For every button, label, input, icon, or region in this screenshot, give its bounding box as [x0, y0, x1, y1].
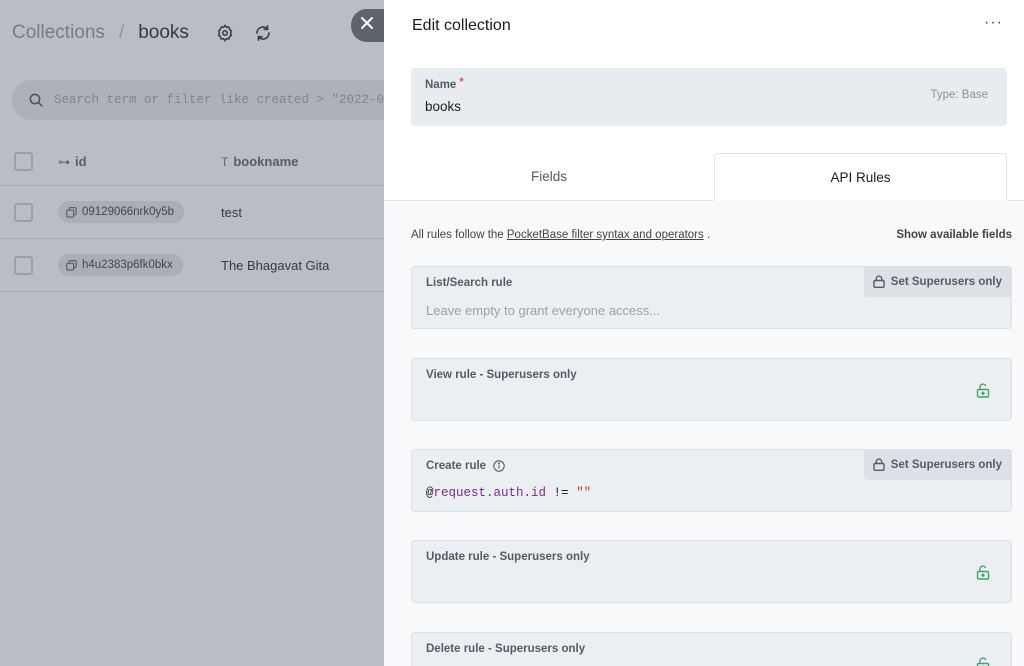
tab-fields[interactable]: Fields: [384, 153, 714, 201]
update-rule-label: Update rule - Superusers only: [426, 551, 590, 563]
update-rule-field[interactable]: Update rule - Superusers only: [411, 540, 1012, 603]
name-field-label: Name *: [425, 76, 464, 91]
create-rule-label: Create rule: [426, 460, 505, 472]
list-rule-input[interactable]: [426, 303, 866, 318]
close-icon: [360, 16, 374, 35]
show-available-fields-button[interactable]: Show available fields: [896, 229, 1012, 241]
unlock-icon[interactable]: [976, 383, 990, 398]
filter-syntax-link[interactable]: PocketBase filter syntax and operators: [507, 229, 704, 241]
unlock-icon[interactable]: [976, 565, 990, 580]
rules-note: All rules follow the PocketBase filter s…: [411, 229, 711, 241]
create-rule-expression[interactable]: @request.auth.id != "": [426, 486, 591, 500]
required-mark: *: [459, 76, 464, 88]
list-rule-field[interactable]: List/Search rule Set Superusers only: [411, 266, 1012, 329]
list-rule-label: List/Search rule: [426, 277, 513, 289]
close-panel-button[interactable]: [351, 9, 387, 42]
more-options-button[interactable]: ···: [984, 14, 1003, 32]
collection-type-badge[interactable]: Type: Base: [930, 89, 988, 101]
set-superusers-only-button[interactable]: Set Superusers only: [863, 449, 1012, 480]
unlock-icon[interactable]: [976, 657, 990, 666]
lock-icon: [873, 458, 885, 472]
panel-tabs: Fields API Rules: [384, 153, 1024, 201]
view-rule-label: View rule - Superusers only: [426, 369, 577, 381]
create-rule-field[interactable]: Create rule @request.auth.id != "" Set S…: [411, 449, 1012, 512]
info-icon[interactable]: [493, 460, 505, 472]
collection-name-input[interactable]: [425, 99, 905, 114]
lock-icon: [873, 275, 885, 289]
delete-rule-field[interactable]: Delete rule - Superusers only: [411, 632, 1012, 666]
tab-api-rules[interactable]: API Rules: [714, 153, 1007, 200]
panel-title: Edit collection: [412, 17, 511, 34]
view-rule-field[interactable]: View rule - Superusers only: [411, 358, 1012, 421]
set-superusers-only-button[interactable]: Set Superusers only: [863, 266, 1012, 297]
delete-rule-label: Delete rule - Superusers only: [426, 643, 586, 655]
modal-backdrop[interactable]: [0, 0, 384, 666]
edit-collection-panel: Edit collection ··· Name* Type: Base Fie…: [384, 0, 1024, 666]
collection-name-field[interactable]: Name* Type: Base: [411, 68, 1007, 126]
